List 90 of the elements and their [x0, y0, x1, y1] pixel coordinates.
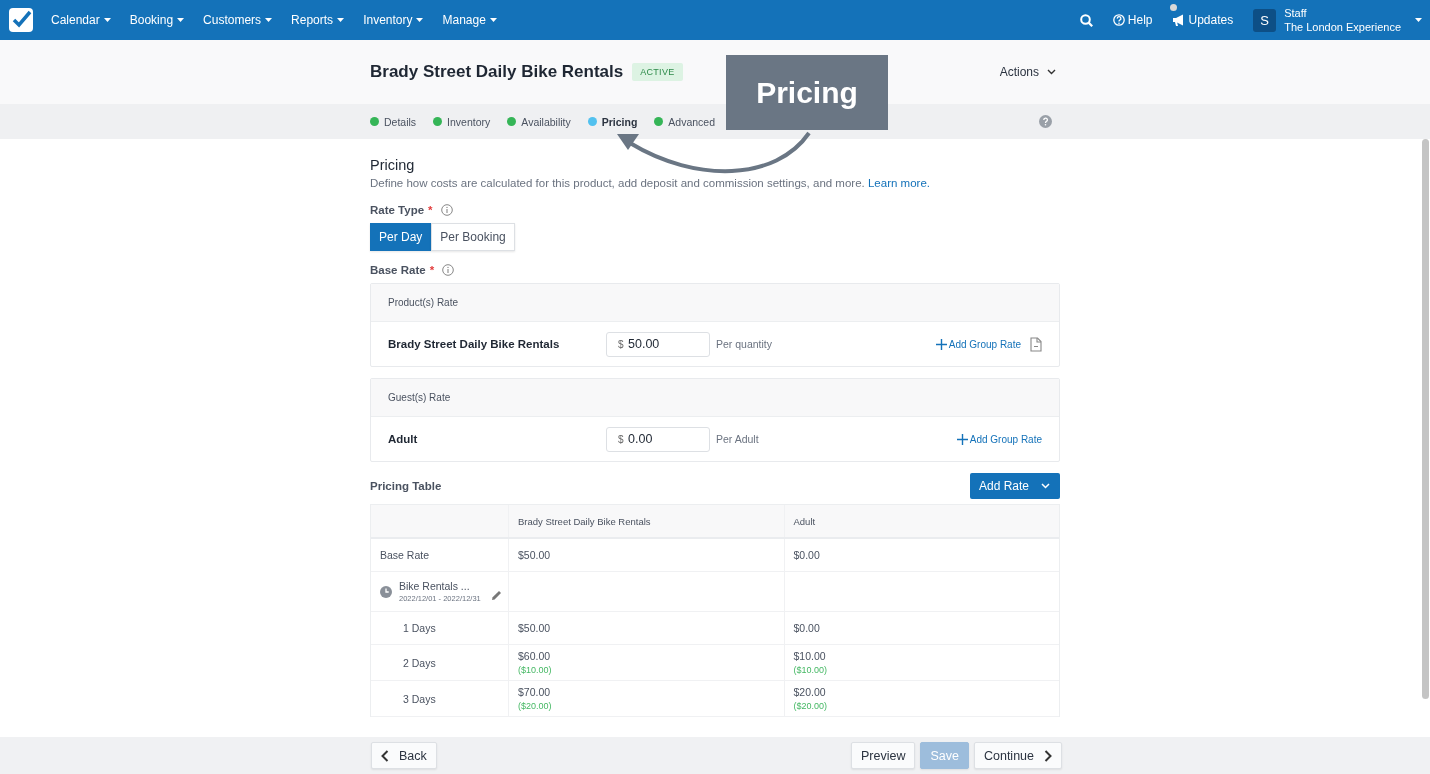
step-tab[interactable]: Inventory	[433, 115, 491, 128]
unit-label: Per Adult	[716, 433, 759, 445]
chevron-left-icon	[381, 749, 389, 762]
step-tab[interactable]: Availability	[507, 115, 571, 128]
user-role: Staff	[1284, 6, 1308, 20]
price-value: $60.00	[518, 650, 552, 662]
price-difference: ($10.00)	[518, 665, 553, 675]
preview-button[interactable]: Preview	[851, 742, 916, 769]
learn-more-link[interactable]: Learn more.	[867, 177, 930, 189]
pencil-icon	[491, 589, 502, 600]
row-label: 3 Days	[402, 691, 437, 707]
table-title: Pricing Table	[370, 480, 442, 492]
chevron-down-icon	[1047, 69, 1056, 75]
nav-menu[interactable]: Manage	[442, 13, 497, 27]
currency-symbol: $	[618, 433, 624, 445]
callout-label: Pricing	[726, 55, 888, 130]
caret-icon	[337, 18, 345, 22]
price-difference: ($10.00)	[793, 665, 829, 675]
plus-icon	[935, 338, 947, 350]
rate-group-heading: Guest(s) Rate	[371, 379, 1059, 417]
question-icon	[1112, 14, 1125, 26]
section-description: Define how costs are calculated for this product, add deposit and commission settings, and more. Learn more.	[370, 177, 931, 189]
product-title: Brady Street Daily Bike Rentals	[370, 62, 624, 82]
scrollbar[interactable]	[1422, 139, 1429, 699]
required-asterisk: *	[428, 204, 433, 216]
caret-icon	[489, 18, 497, 22]
price-difference: ($20.00)	[518, 701, 553, 711]
row-label: 2 Days	[402, 655, 437, 671]
caret-icon	[265, 18, 273, 22]
rate-name: Brady Street Daily Bike Rentals	[388, 338, 561, 350]
price-value: $20.00	[793, 686, 827, 698]
unit-label: Per quantity	[716, 338, 773, 350]
notification-dot	[1170, 4, 1178, 11]
nav-menu[interactable]: Inventory	[363, 13, 424, 27]
caret-icon	[1415, 18, 1422, 22]
required-asterisk: *	[429, 264, 435, 276]
nav-menu[interactable]: Reports	[291, 13, 345, 27]
rate-type-option[interactable]: Per Day	[370, 223, 432, 251]
rate-name: Adult	[388, 433, 419, 445]
nav-menu[interactable]: Booking	[129, 13, 185, 27]
step-tab[interactable]: Details	[370, 115, 417, 128]
rate-type-option[interactable]: Per Booking	[431, 223, 515, 251]
user-menu[interactable]: S Staff The London Experience	[1253, 6, 1422, 34]
continue-button[interactable]: Continue	[973, 742, 1062, 769]
add-group-rate-link[interactable]: Add Group Rate	[935, 338, 1021, 350]
actions-button[interactable]: Actions	[999, 65, 1056, 79]
user-avatar: S	[1253, 8, 1277, 32]
price-value: $0.00	[793, 549, 821, 561]
info-icon	[440, 204, 453, 216]
currency-symbol: $	[618, 338, 624, 350]
price-value: $50.00	[518, 622, 552, 634]
section-title: Pricing	[370, 157, 416, 173]
field-label: Base Rate	[370, 264, 426, 276]
help-icon	[1039, 115, 1052, 128]
megaphone-icon	[1172, 14, 1186, 26]
price-value: $70.00	[518, 686, 552, 698]
price-value: $10.00	[793, 650, 827, 662]
nav-menu[interactable]: Customers	[203, 13, 273, 27]
status-label: ACTIVE	[632, 63, 683, 81]
clock-icon	[380, 586, 392, 598]
row-label: 1 Days	[402, 621, 437, 636]
step-tab[interactable]: Advanced	[654, 115, 716, 128]
price-value: $0.00	[793, 622, 821, 634]
add-group-rate-link[interactable]: Add Group Rate	[956, 433, 1042, 445]
user-company: The London Experience	[1284, 20, 1401, 34]
row-label: Base Rate	[379, 548, 431, 563]
column-header: Brady Street Daily Bike Rentals	[508, 505, 784, 537]
add-rate-button[interactable]: Add Rate	[969, 473, 1060, 499]
back-button[interactable]: Back	[371, 742, 437, 769]
price-difference: ($20.00)	[793, 701, 829, 711]
updates-link[interactable]: Updates	[1172, 13, 1234, 27]
plus-icon	[956, 433, 968, 445]
price-value: $50.00	[518, 549, 552, 561]
caret-icon	[177, 18, 185, 22]
checkmark-logo-icon	[9, 8, 33, 32]
season-name: Bike Rentals ...	[399, 580, 471, 592]
rate-group-heading: Product(s) Rate	[371, 284, 1059, 322]
search-icon	[1079, 13, 1093, 27]
help-link[interactable]: Help	[1112, 13, 1153, 27]
search-button[interactable]	[1079, 13, 1093, 27]
step-tab[interactable]: Pricing	[587, 115, 638, 128]
column-header: Adult	[783, 505, 1059, 537]
nav-menu[interactable]: Calendar	[51, 13, 111, 27]
edit-button[interactable]	[491, 589, 502, 600]
caret-icon	[416, 18, 424, 22]
field-label: Rate Type	[370, 204, 425, 216]
chevron-right-icon	[1044, 749, 1052, 762]
info-icon	[442, 264, 455, 276]
chevron-down-icon	[1041, 483, 1050, 489]
caret-icon	[103, 18, 111, 22]
